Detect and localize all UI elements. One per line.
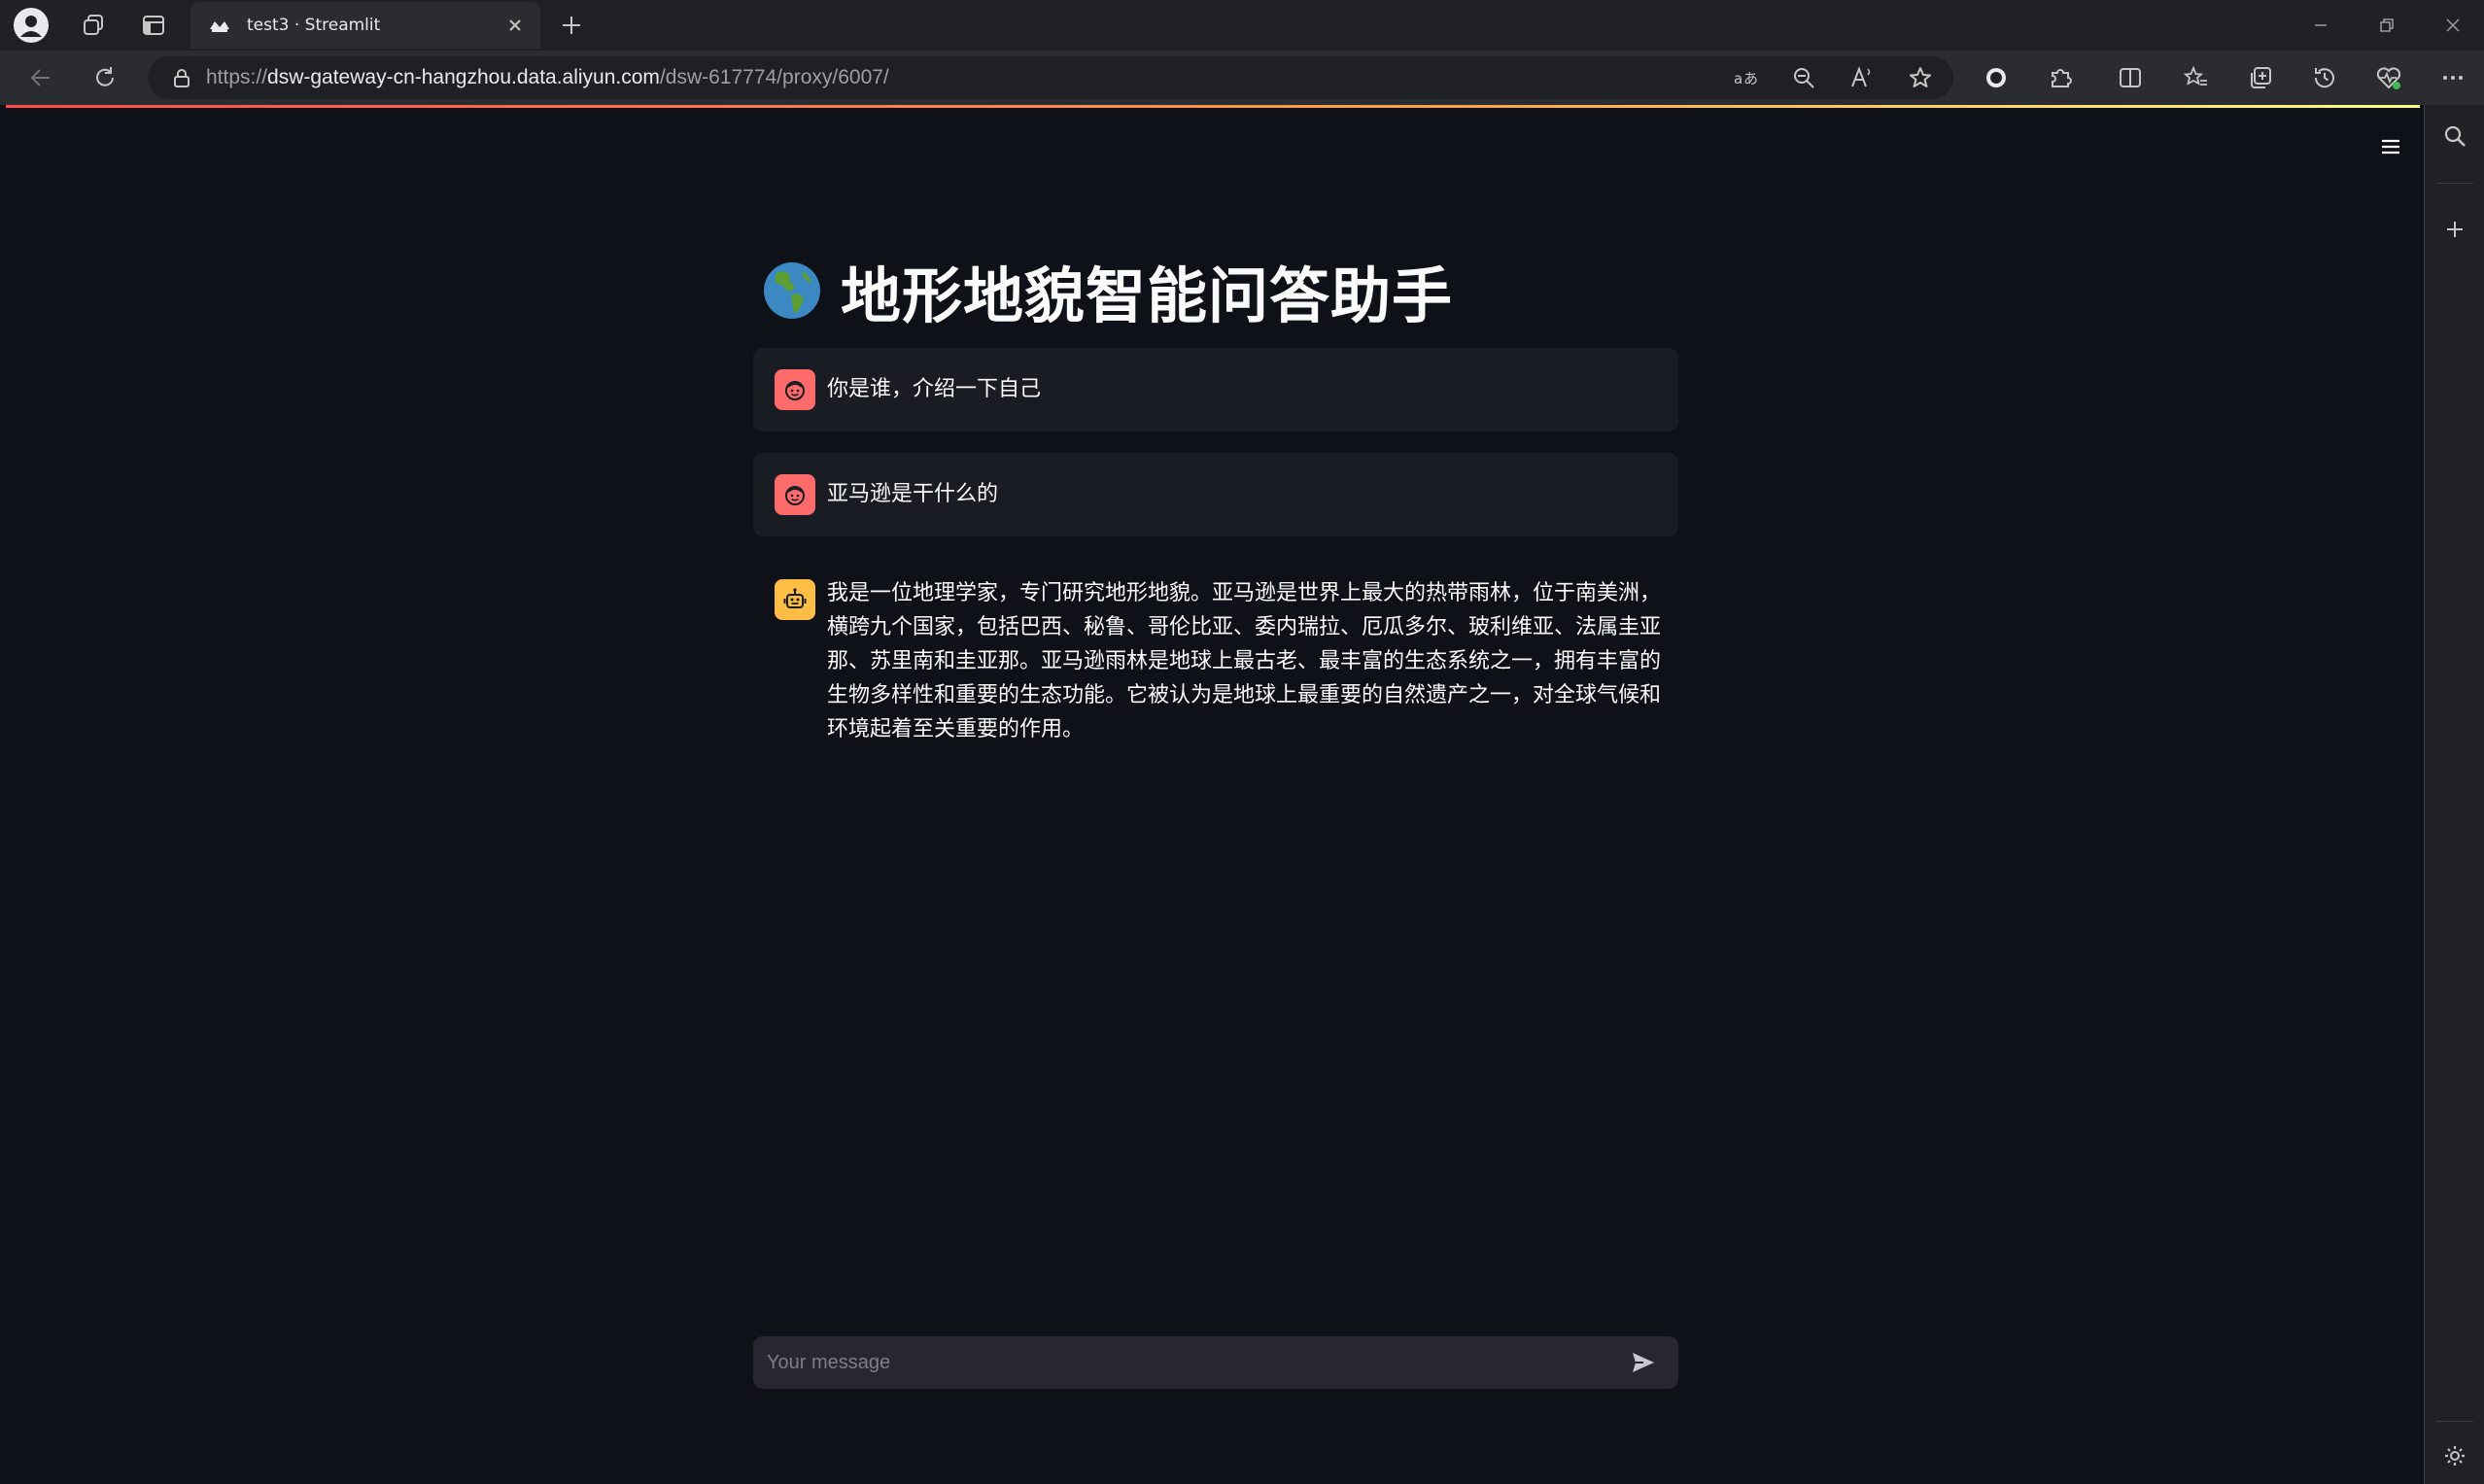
url-text: https://dsw-gateway-cn-hangzhou.data.ali… <box>206 66 889 89</box>
read-aloud-button[interactable] <box>1843 58 1881 97</box>
chat-message-text: 你是谁，介绍一下自己 <box>827 377 1042 401</box>
new-tab-button[interactable] <box>552 6 591 45</box>
svg-text:あ: あ <box>1743 70 1758 87</box>
chat-input-container <box>753 1336 1678 1389</box>
active-tab[interactable]: test3 · Streamlit <box>190 2 540 49</box>
window-close-button[interactable] <box>2420 0 2484 51</box>
address-bar[interactable]: https://dsw-gateway-cn-hangzhou.data.ali… <box>148 56 1953 99</box>
extensions-button[interactable] <box>2041 58 2080 97</box>
globe-americas-icon <box>764 262 820 319</box>
user-avatar <box>775 474 815 515</box>
browser-tab-bar: test3 · Streamlit <box>0 0 2484 51</box>
restore-button[interactable] <box>2354 0 2420 51</box>
profile-avatar[interactable] <box>14 8 49 43</box>
page-title: 地形地貌智能问答助手 <box>753 251 1678 331</box>
chat-message-user: 亚马逊是干什么的 <box>753 453 1678 536</box>
url-scheme: https:// <box>206 66 268 88</box>
extension-record-button[interactable] <box>1977 58 2016 97</box>
tab-actions-button[interactable] <box>132 4 175 47</box>
translate-icon: a あ <box>1734 70 1758 87</box>
gear-icon <box>2445 1446 2465 1466</box>
refresh-button[interactable] <box>86 58 124 97</box>
page-title-text: 地形地貌智能问答助手 <box>841 260 1454 331</box>
more-options-button[interactable] <box>2433 58 2472 97</box>
record-icon <box>1986 68 2006 87</box>
smiley-face-icon <box>785 381 805 400</box>
refresh-icon <box>96 67 114 86</box>
workspaces-button[interactable] <box>72 4 115 47</box>
zoom-out-icon <box>1794 68 1814 88</box>
main-container: 地形地貌智能问答助手 <box>753 251 1678 331</box>
user-avatar <box>775 369 815 410</box>
url-host: dsw-gateway-cn-hangzhou.data.aliyun.com <box>267 66 660 88</box>
chat-message-text: 我是一位地理学家，专门研究地形地貌。亚马逊是世界上最大的热带雨林，位于南美洲，横… <box>827 581 1662 742</box>
streamlit-logo-icon <box>210 21 229 32</box>
chat-message-user: 你是谁，介绍一下自己 <box>753 348 1678 431</box>
history-icon <box>2314 68 2334 88</box>
ellipsis-icon <box>2443 76 2463 80</box>
heart-pulse-icon <box>2376 67 2401 89</box>
sidebar-divider <box>2436 183 2473 184</box>
split-screen-icon <box>2120 68 2141 87</box>
search-icon <box>2444 125 2466 147</box>
hamburger-menu-icon <box>2382 139 2399 155</box>
chat-message-assistant: 我是一位地理学家，专门研究地形地貌。亚马逊是世界上最大的热带雨林，位于南美洲，横… <box>753 562 1678 756</box>
arrow-left-icon <box>30 69 50 86</box>
translate-button[interactable]: a あ <box>1726 58 1765 97</box>
puzzle-icon <box>2052 69 2072 87</box>
sidebar-search-button[interactable] <box>2435 117 2474 155</box>
favorite-button[interactable] <box>1901 58 1940 97</box>
robot-icon <box>783 588 807 608</box>
workspaces-icon <box>84 15 103 35</box>
close-icon <box>2446 18 2460 32</box>
sidebar-add-button[interactable] <box>2435 210 2474 249</box>
restore-icon <box>2380 18 2394 32</box>
svg-text:a: a <box>1734 70 1742 87</box>
send-icon <box>1633 1353 1654 1372</box>
collections-icon <box>2251 67 2271 88</box>
url-path: /dsw-617774/proxy/6007/ <box>659 66 889 88</box>
lock-icon <box>174 69 190 87</box>
tab-title: test3 · Streamlit <box>247 16 381 35</box>
back-button[interactable] <box>21 58 60 97</box>
favorites-list-icon <box>2184 65 2207 86</box>
vertical-tabs-icon <box>143 16 164 35</box>
assistant-avatar <box>775 579 815 620</box>
sidebar-settings-button[interactable] <box>2435 1436 2474 1475</box>
split-screen-button[interactable] <box>2111 58 2150 97</box>
plus-icon <box>2447 222 2463 237</box>
smiley-face-icon <box>785 486 805 505</box>
person-icon <box>20 16 42 37</box>
sidebar-divider <box>2436 1421 2473 1422</box>
history-button[interactable] <box>2305 58 2344 97</box>
chat-input[interactable] <box>765 1342 1622 1383</box>
collections-button[interactable] <box>2241 58 2280 97</box>
browser-toolbar: https://dsw-gateway-cn-hangzhou.data.ali… <box>0 51 2484 105</box>
browser-sidebar <box>2424 105 2484 1484</box>
read-aloud-icon <box>1851 66 1871 87</box>
zoom-out-button[interactable] <box>1784 58 1823 97</box>
plus-icon <box>563 17 580 34</box>
favorites-button[interactable] <box>2177 58 2216 97</box>
send-button[interactable] <box>1622 1341 1665 1384</box>
performance-button[interactable] <box>2369 58 2408 97</box>
tab-close-button[interactable] <box>498 8 533 43</box>
star-icon <box>1910 67 1931 87</box>
minimize-icon <box>2315 24 2327 26</box>
main-menu-button[interactable] <box>2371 127 2410 166</box>
chat-message-text: 亚马逊是干什么的 <box>827 482 999 506</box>
close-icon <box>509 19 521 31</box>
minimize-button[interactable] <box>2288 0 2354 51</box>
